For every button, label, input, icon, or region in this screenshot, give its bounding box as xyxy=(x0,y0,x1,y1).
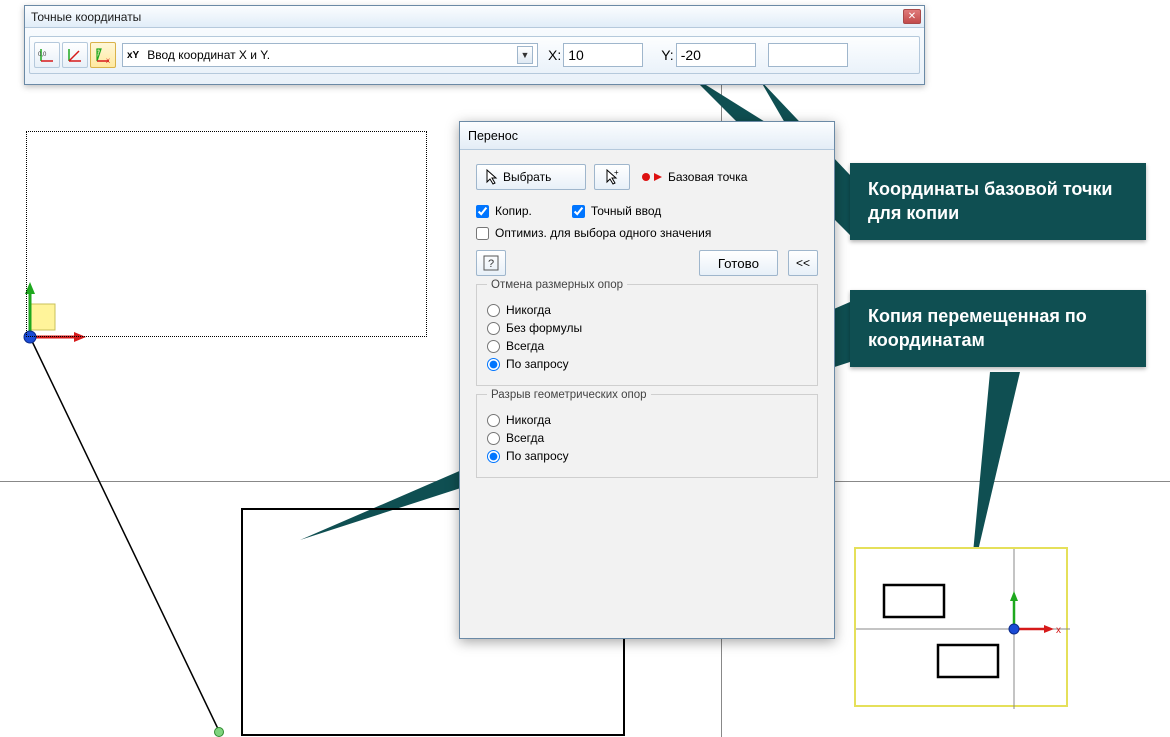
dimension-cancel-legend: Отмена размерных опор xyxy=(487,279,627,291)
red-arrow-icon xyxy=(654,173,662,181)
select-button-label: Выбрать xyxy=(503,170,551,184)
radio-noformula[interactable]: Без формулы xyxy=(487,321,807,335)
coordinates-toolbar-window: Точные координаты ✕ 0,0 YX xY Ввод коорд… xyxy=(24,5,925,85)
radio-never-2[interactable]: Никогда xyxy=(487,413,807,427)
cursor-plus-icon: + xyxy=(605,169,619,185)
close-icon[interactable]: ✕ xyxy=(903,9,921,24)
move-dialog-titlebar[interactable]: Перенос xyxy=(460,122,834,150)
help-button[interactable]: ? xyxy=(476,250,506,276)
radio-onrequest-1[interactable]: По запросу xyxy=(487,357,807,371)
svg-text:Y: Y xyxy=(96,50,100,56)
radio-always-2[interactable]: Всегда xyxy=(487,431,807,445)
move-dialog: Перенос Выбрать + Базовая точка xyxy=(459,121,835,639)
coord-mode-icon-1[interactable]: 0,0 xyxy=(34,42,60,68)
optimize-checkbox-row[interactable]: Оптимиз. для выбора одного значения xyxy=(476,226,818,240)
geometry-break-group: Разрыв геометрических опор Никогда Всегд… xyxy=(476,394,818,478)
preview-panel: x xyxy=(854,547,1068,707)
selection-rectangle-dotted xyxy=(26,131,427,337)
radio-onrequest-2[interactable]: По запросу xyxy=(487,449,807,463)
radio-always-1[interactable]: Всегда xyxy=(487,339,807,353)
svg-text:+: + xyxy=(614,169,619,177)
xy-prefix-icon: xY xyxy=(127,50,139,61)
help-icon: ? xyxy=(483,255,499,271)
svg-text:0,0: 0,0 xyxy=(38,52,47,58)
pick-point-button[interactable]: + xyxy=(594,164,630,190)
coord-mode-icon-2[interactable] xyxy=(62,42,88,68)
geometry-break-legend: Разрыв геометрических опор xyxy=(487,389,651,401)
select-button[interactable]: Выбрать xyxy=(476,164,586,190)
copy-checkbox-row[interactable]: Копир. xyxy=(476,204,532,218)
chevron-down-icon[interactable]: ▼ xyxy=(517,46,533,64)
dimension-cancel-group: Отмена размерных опор Никогда Без формул… xyxy=(476,284,818,386)
precise-checkbox-row[interactable]: Точный ввод xyxy=(572,204,661,218)
svg-text:?: ? xyxy=(488,258,494,270)
x-input[interactable] xyxy=(563,43,643,67)
optimize-checkbox[interactable] xyxy=(476,227,489,240)
base-point-indicator: Базовая точка xyxy=(642,170,747,184)
coord-mode-dropdown[interactable]: xY Ввод координат X и Y. ▼ xyxy=(122,43,538,67)
base-point-label: Базовая точка xyxy=(668,170,747,184)
radio-never-1[interactable]: Никогда xyxy=(487,303,807,317)
move-dialog-title: Перенос xyxy=(468,129,518,143)
done-button[interactable]: Готово xyxy=(699,250,778,276)
copy-checkbox-label: Копир. xyxy=(495,204,532,218)
x-label: X: xyxy=(548,47,561,63)
callout-copy-moved: Копия перемещенная по координатам xyxy=(850,290,1146,367)
red-dot-icon xyxy=(642,173,650,181)
coord-mode-icon-3[interactable]: YX xyxy=(90,42,116,68)
coordinates-titlebar[interactable]: Точные координаты ✕ xyxy=(25,6,924,28)
optimize-checkbox-label: Оптимиз. для выбора одного значения xyxy=(495,226,711,240)
spare-input[interactable] xyxy=(768,43,848,67)
svg-text:X: X xyxy=(106,59,110,64)
collapse-button[interactable]: << xyxy=(788,250,818,276)
copy-checkbox[interactable] xyxy=(476,205,489,218)
coord-mode-dropdown-text: Ввод координат X и Y. xyxy=(147,48,270,62)
y-label: Y: xyxy=(661,47,673,63)
callout-base-point: Координаты базовой точки для копии xyxy=(850,163,1146,240)
y-input[interactable] xyxy=(676,43,756,67)
precise-checkbox[interactable] xyxy=(572,205,585,218)
precise-checkbox-label: Точный ввод xyxy=(591,204,661,218)
coordinates-title: Точные координаты xyxy=(31,10,141,24)
handle-dot[interactable] xyxy=(214,727,224,737)
cursor-icon xyxy=(485,169,499,185)
svg-text:x: x xyxy=(1056,625,1061,636)
